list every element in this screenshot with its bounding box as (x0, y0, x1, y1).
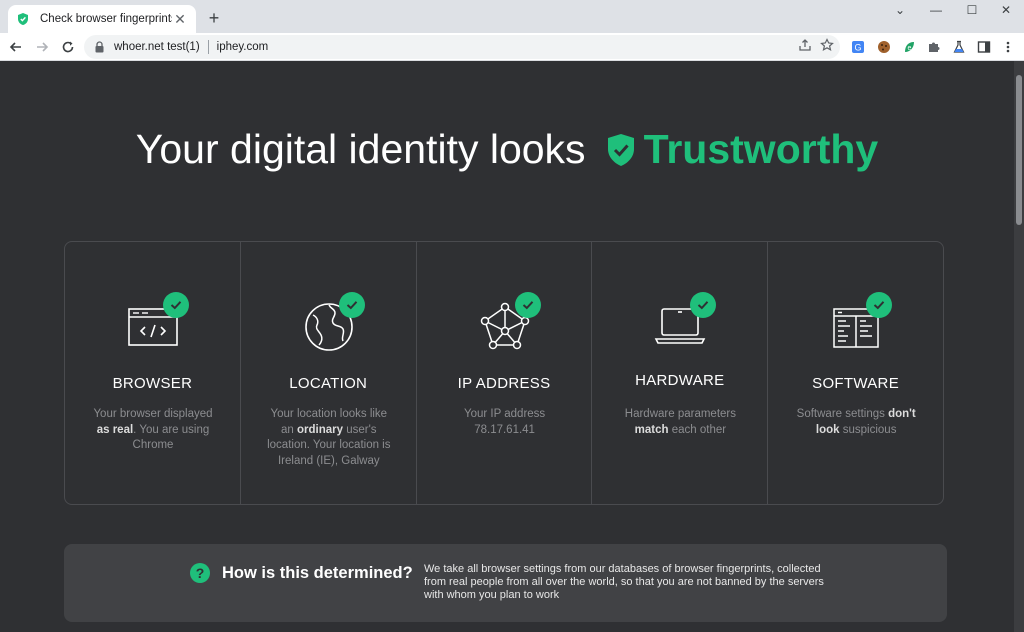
leaf-extension-icon[interactable]: e (899, 37, 919, 57)
maximize-icon[interactable]: ☐ (954, 0, 990, 20)
new-tab-button[interactable]: + (204, 8, 224, 28)
minimize-icon[interactable]: — (918, 0, 954, 20)
window-close-icon[interactable]: ✕ (988, 0, 1024, 20)
question-icon: ? (190, 563, 210, 583)
card-title: IP ADDRESS (457, 375, 551, 392)
info-panel: ? How is this determined? We take all br… (64, 544, 947, 622)
card-software: SOFTWARE Software settings don't look su… (768, 242, 943, 504)
lock-icon[interactable] (94, 41, 106, 53)
svg-text:e: e (908, 45, 912, 52)
info-title: How is this determined? (222, 564, 413, 582)
shield-check-icon (606, 130, 636, 177)
card-title: SOFTWARE (812, 375, 899, 392)
browser-toolbar: whoer.net test(1) iphey.com G e (0, 33, 1024, 61)
shield-icon (16, 12, 30, 26)
page-headline: Your digital identity looks Trustworthy (0, 126, 1014, 177)
card-description: Your location looks like an ordinary use… (267, 408, 391, 467)
address-bar[interactable]: whoer.net test(1) iphey.com (84, 35, 840, 59)
svg-text:G: G (854, 43, 861, 53)
check-badge-icon (690, 292, 717, 318)
card-title: BROWSER (112, 375, 193, 392)
card-browser: BROWSER Your browser displayed as real. … (65, 242, 241, 504)
card-description: Software settings don't look suspicious (796, 408, 916, 436)
headline-prefix: Your digital identity looks (135, 126, 586, 172)
card-ip-address: IP ADDRESS Your IP address 78.17.61.41 (417, 242, 593, 504)
scrollbar-thumb[interactable] (1016, 75, 1022, 225)
check-badge-icon (514, 292, 541, 318)
translate-extension-icon[interactable]: G (848, 37, 868, 57)
card-description: Hardware parameters match each other (624, 408, 736, 436)
back-arrow-icon[interactable] (6, 37, 26, 57)
page-scrollbar[interactable] (1014, 61, 1024, 632)
side-panel-icon[interactable] (974, 37, 994, 57)
url-text[interactable]: iphey.com (217, 41, 269, 53)
tab-search-icon[interactable]: ⌄ (882, 0, 918, 20)
check-cards: BROWSER Your browser displayed as real. … (64, 241, 944, 505)
card-description: Your IP address 78.17.61.41 (463, 408, 546, 436)
card-title: HARDWARE (635, 372, 725, 389)
card-description: Your browser displayed as real. You are … (93, 408, 213, 451)
bookmark-star-icon[interactable] (820, 38, 834, 57)
puzzle-extensions-icon[interactable] (924, 37, 944, 57)
close-tab-icon[interactable]: ✕ (172, 11, 188, 27)
check-badge-icon (338, 292, 365, 318)
card-hardware: HARDWARE Hardware parameters match each … (592, 242, 769, 504)
card-location: LOCATION Your location looks like an ord… (241, 242, 417, 504)
trust-status: Trustworthy (643, 126, 879, 172)
browser-tab-strip: Check browser fingerprints ✕ + ⌄ — ☐ ✕ (0, 0, 1024, 33)
tab-title: Check browser fingerprints (40, 13, 172, 25)
browser-tab[interactable]: Check browser fingerprints ✕ (8, 5, 196, 33)
share-icon[interactable] (798, 38, 812, 57)
forward-arrow-icon[interactable] (32, 37, 52, 57)
check-badge-icon (163, 292, 189, 318)
info-text: We take all browser settings from our da… (424, 563, 824, 601)
omnibox-divider (207, 40, 209, 54)
reload-icon[interactable] (58, 37, 78, 57)
site-label: whoer.net test(1) (114, 41, 200, 53)
menu-kebab-icon[interactable] (998, 37, 1018, 57)
cookie-extension-icon[interactable] (874, 37, 894, 57)
card-title: LOCATION (289, 375, 368, 392)
check-badge-icon (866, 292, 893, 318)
flask-extension-icon[interactable] (949, 37, 969, 57)
